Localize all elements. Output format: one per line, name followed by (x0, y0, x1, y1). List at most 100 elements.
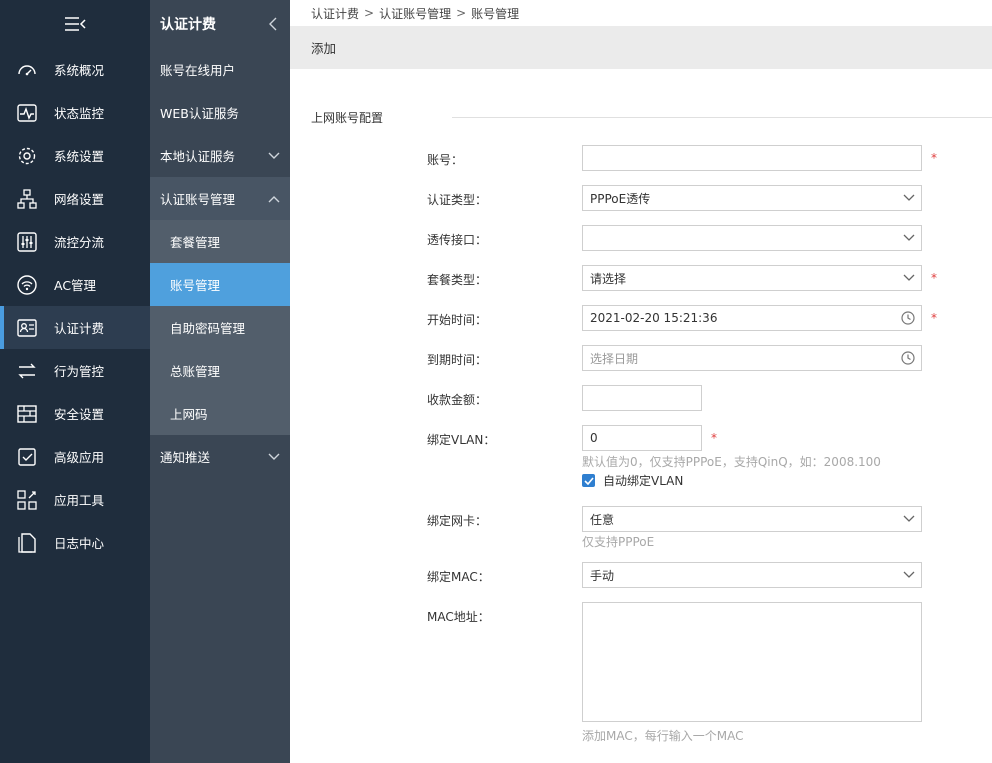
amount-input[interactable] (582, 385, 702, 411)
chevron-down-icon (903, 194, 915, 201)
nav-item[interactable]: 高级应用 (0, 435, 150, 478)
primary-sidebar: 系统概况状态监控系统设置网络设置 流控分流 AC管理认证计费行为管控 安全设置高级应用… (0, 0, 150, 763)
nav-item-label: 系统设置 (54, 149, 105, 164)
chevron-up-icon (268, 195, 280, 202)
mac-bind-label: 绑定MAC： (427, 570, 490, 584)
sidebar-item-label: 账号管理 (170, 278, 221, 293)
secondary-sidebar-header: 认证计费 (150, 0, 290, 48)
nav-item[interactable]: 行为管控 (0, 349, 150, 392)
required-mark: * (931, 311, 937, 325)
sidebar-item-self-password[interactable]: 自助密码管理 (150, 306, 290, 349)
chevron-left-icon[interactable] (268, 17, 278, 31)
nav-item[interactable]: 应用工具 (0, 478, 150, 521)
mac-address-textarea[interactable] (582, 602, 922, 722)
nav-item-label: AC管理 (54, 278, 97, 293)
nav-item-label: 高级应用 (54, 450, 105, 465)
nic-hint: 仅支持PPPoE (582, 535, 655, 549)
wifi-icon (16, 274, 38, 296)
start-time-label: 开始时间： (427, 313, 488, 327)
sidebar-item-label: 本地认证服务 (160, 149, 236, 164)
page-title: 添加 (311, 41, 337, 56)
chevron-down-icon (903, 571, 915, 578)
account-label: 账号： (427, 153, 464, 167)
nav-item[interactable]: 系统概况 (0, 48, 150, 91)
vlan-hint: 默认值为0，仅支持PPPoE，支持QinQ，如：2008.100 (582, 455, 881, 469)
sidebar-item-local-auth[interactable]: 本地认证服务 (150, 134, 290, 177)
check-doc-icon (16, 446, 38, 468)
checkbox-checked-icon (582, 474, 595, 487)
menu-collapse-icon (65, 17, 86, 31)
sidebar-item-online-users[interactable]: 账号在线用户 (150, 48, 290, 91)
mac-address-hint: 添加MAC，每行输入一个MAC (582, 729, 744, 743)
sidebar-item-account-mgmt[interactable]: 认证账号管理 (150, 177, 290, 220)
required-mark: * (931, 271, 937, 285)
nav-item[interactable]: 认证计费 (0, 306, 150, 349)
nav-item[interactable]: 网络设置 (0, 177, 150, 220)
nav-item[interactable]: 流控分流 (0, 220, 150, 263)
breadcrumb-item[interactable]: 认证计费 (311, 5, 359, 22)
mac-bind-select[interactable]: 手动 (582, 562, 922, 588)
sliders-icon (16, 231, 38, 253)
auth-type-select[interactable]: PPPoE透传 (582, 185, 922, 211)
collapse-menu-button[interactable] (0, 0, 150, 48)
nav-item[interactable]: 状态监控 (0, 91, 150, 134)
breadcrumb-separator: > (364, 6, 375, 20)
chevron-down-icon (903, 234, 915, 241)
amount-label: 收款金额： (427, 393, 488, 407)
nic-select[interactable]: 任意 (582, 506, 922, 532)
nav-item[interactable]: 日志中心 (0, 521, 150, 564)
sidebar-item-account-manage[interactable]: 账号管理 (150, 263, 290, 306)
sidebar-item-access-code[interactable]: 上网码 (150, 392, 290, 435)
page-title-bar: 添加 (290, 26, 992, 69)
nav-item[interactable]: AC管理 (0, 263, 150, 306)
nav-item-label: 状态监控 (54, 106, 105, 121)
nav-item-label: 应用工具 (54, 493, 105, 508)
clock-icon (901, 311, 915, 325)
breadcrumb-item: 账号管理 (471, 6, 520, 21)
sidebar-item-label: 通知推送 (160, 450, 211, 465)
sidebar-item-notify-push[interactable]: 通知推送 (150, 435, 290, 478)
dashboard-icon (16, 59, 38, 81)
account-input[interactable] (582, 145, 922, 171)
breadcrumb: 认证计费 > 认证账号管理 > 账号管理 (290, 0, 992, 26)
monitor-icon (16, 102, 38, 124)
nav-item-label: 认证计费 (54, 321, 105, 336)
sidebar-item-label: 账号在线用户 (160, 63, 236, 78)
tools-icon (16, 489, 38, 511)
nic-value: 任意 (590, 512, 615, 527)
breadcrumb-item[interactable]: 认证账号管理 (379, 5, 451, 22)
mac-address-label: MAC地址： (427, 610, 490, 624)
sidebar-item-web-auth[interactable]: WEB认证服务 (150, 91, 290, 134)
package-type-select[interactable]: 请选择 (582, 265, 922, 291)
gear-icon (16, 145, 38, 167)
sidebar-item-label: 套餐管理 (170, 235, 221, 250)
sidebar-item-package-mgmt[interactable]: 套餐管理 (150, 220, 290, 263)
sidebar-item-label: 总账管理 (170, 364, 221, 379)
sidebar-item-label: 自助密码管理 (170, 321, 246, 336)
id-card-icon (16, 317, 38, 339)
pass-interface-select[interactable] (582, 225, 922, 251)
firewall-icon (16, 403, 38, 425)
account-mgmt-submenu: 套餐管理 账号管理 自助密码管理 总账管理 上网码 (150, 220, 290, 435)
nav-item-label: 系统概况 (54, 63, 105, 78)
nav-item[interactable]: 安全设置 (0, 392, 150, 435)
log-icon (16, 532, 38, 554)
sidebar-item-label: 认证账号管理 (160, 192, 236, 207)
vlan-input[interactable]: 0 (582, 425, 702, 451)
chevron-down-icon (903, 515, 915, 522)
vlan-label: 绑定VLAN： (427, 433, 496, 447)
app-window: 系统概况 状态监控 系统设置 网络设置 流控分流 AC管理 认证计费 行为管控 安全设置 高级应用… (0, 0, 992, 763)
required-mark: * (931, 151, 937, 165)
pass-interface-label: 透传接口： (427, 233, 488, 247)
section-divider (452, 117, 992, 118)
start-time-picker[interactable]: 2021-02-20 15:21:36 (582, 305, 922, 331)
secondary-sidebar-title: 认证计费 (160, 17, 216, 33)
auth-type-value: PPPoE透传 (590, 191, 651, 206)
nav-item-label: 日志中心 (54, 536, 105, 551)
secondary-sidebar: 认证计费 账号在线用户 WEB认证服务 本地认证服务 认证账号管理 套餐管理 账… (150, 0, 290, 763)
auto-vlan-checkbox[interactable]: 自动绑定VLAN (582, 472, 683, 489)
end-time-picker[interactable]: 选择日期 (582, 345, 922, 371)
nav-item[interactable]: 系统设置 (0, 134, 150, 177)
required-mark: * (711, 431, 717, 445)
sidebar-item-ledger[interactable]: 总账管理 (150, 349, 290, 392)
